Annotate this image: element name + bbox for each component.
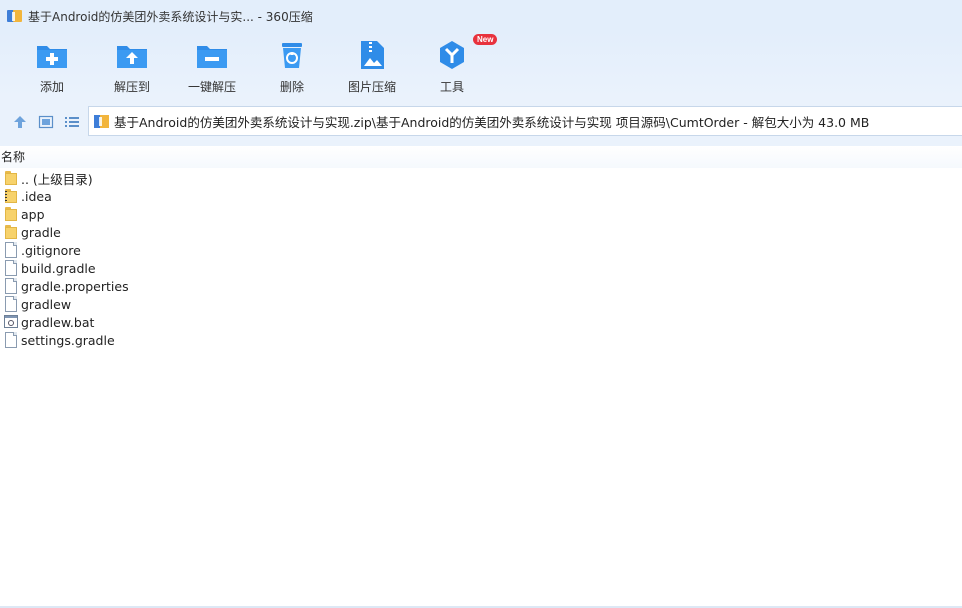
list-item[interactable]: .idea (0, 187, 962, 205)
address-bar: 基于Android的仿美团外卖系统设计与实现.zip\基于Android的仿美团… (0, 98, 962, 146)
item-name: settings.gradle (21, 332, 115, 348)
toolbar: 添加 解压到 一键解压 删除 图片压缩 New 工具 (0, 32, 962, 98)
app-logo-icon (7, 9, 23, 23)
add-button[interactable]: 添加 (18, 38, 86, 96)
list-view-icon[interactable] (64, 114, 80, 130)
one-click-extract-icon (195, 38, 229, 72)
item-name: app (21, 206, 45, 222)
path-field[interactable]: 基于Android的仿美团外卖系统设计与实现.zip\基于Android的仿美团… (88, 106, 962, 136)
list-item[interactable]: .. (上级目录) (0, 169, 962, 187)
item-name: build.gradle (21, 260, 96, 276)
delete-label: 删除 (279, 80, 304, 94)
delete-button[interactable]: 删除 (258, 38, 326, 96)
title-bar: 基于Android的仿美团外卖系统设计与实... - 360压缩 (0, 0, 962, 32)
folder-icon (4, 188, 18, 204)
thumbnail-view-icon[interactable] (38, 114, 54, 130)
tools-icon: New (435, 34, 498, 72)
file-icon (4, 332, 18, 348)
item-name: .gitignore (21, 242, 81, 258)
window-title: 基于Android的仿美团外卖系统设计与实... - 360压缩 (28, 9, 313, 24)
name-column-header[interactable]: 名称 (1, 148, 25, 165)
column-header: 名称 (0, 146, 962, 168)
trash-icon (275, 38, 309, 72)
item-name: gradle (21, 224, 61, 240)
up-arrow-icon[interactable] (12, 114, 28, 130)
extract-to-label: 解压到 (113, 80, 150, 94)
file-icon (4, 296, 18, 312)
file-icon (4, 242, 18, 258)
one-click-extract-button[interactable]: 一键解压 (178, 38, 246, 96)
item-name: .idea (21, 188, 52, 204)
batch-file-icon (4, 314, 18, 330)
image-compress-icon (355, 38, 389, 72)
list-item[interactable]: .gitignore (0, 241, 962, 259)
zip-archive-icon (94, 114, 109, 128)
folder-icon (4, 224, 18, 240)
item-name: .. (上级目录) (21, 171, 93, 187)
path-text: 基于Android的仿美团外卖系统设计与实现.zip\基于Android的仿美团… (114, 114, 870, 130)
extract-to-button[interactable]: 解压到 (98, 38, 166, 96)
list-item[interactable]: settings.gradle (0, 331, 962, 349)
list-item[interactable]: gradlew (0, 295, 962, 313)
image-compress-button[interactable]: 图片压缩 (338, 38, 406, 96)
add-button-label: 添加 (39, 80, 64, 94)
tools-button[interactable]: New 工具 (418, 34, 498, 96)
item-name: gradlew (21, 296, 72, 312)
list-item[interactable]: gradle.properties (0, 277, 962, 295)
add-folder-icon (35, 38, 69, 72)
list-item[interactable]: gradlew.bat (0, 313, 962, 331)
item-name: gradle.properties (21, 278, 129, 294)
file-icon (4, 260, 18, 276)
folder-icon (4, 170, 18, 186)
item-name: gradlew.bat (21, 314, 95, 330)
extract-to-icon (115, 38, 149, 72)
tools-label: 工具 (439, 80, 464, 94)
new-badge: New (473, 34, 498, 45)
image-compress-label: 图片压缩 (347, 80, 396, 94)
file-icon (4, 278, 18, 294)
file-list: .. (上级目录) .idea app gradle .gitignore bu… (0, 169, 962, 349)
list-item[interactable]: gradle (0, 223, 962, 241)
one-click-extract-label: 一键解压 (187, 80, 236, 94)
list-item[interactable]: build.gradle (0, 259, 962, 277)
folder-icon (4, 206, 18, 222)
list-item[interactable]: app (0, 205, 962, 223)
